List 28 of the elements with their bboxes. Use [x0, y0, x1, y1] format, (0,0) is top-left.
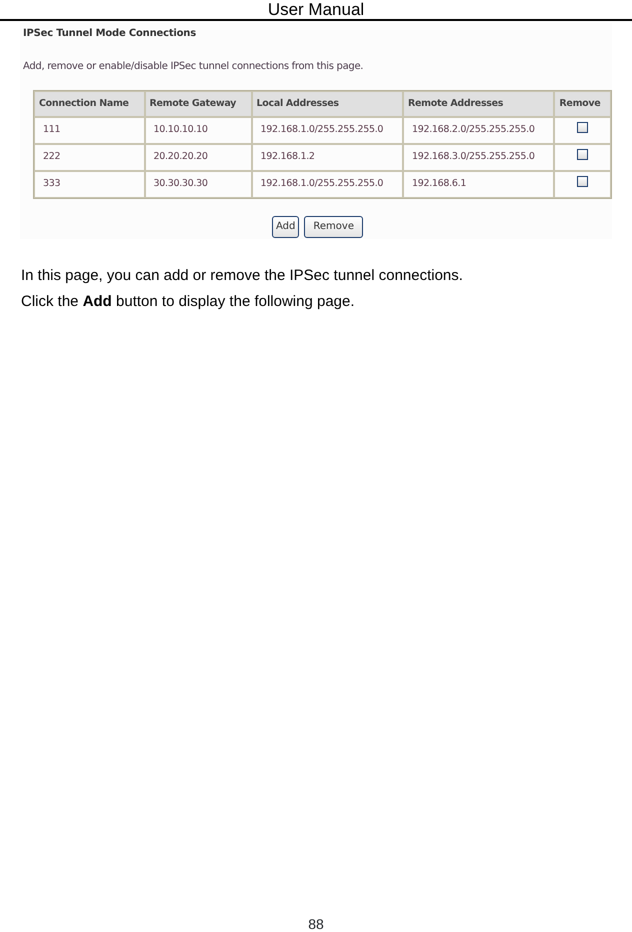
table-cell: 30.30.30.30 — [144, 171, 252, 198]
table-cell: 333 — [34, 171, 145, 198]
add-button[interactable]: Add — [272, 216, 300, 238]
table-cell: 192.168.1.0/255.255.255.0 — [252, 171, 403, 198]
section-title: IPSec Tunnel Mode Connections — [23, 27, 197, 41]
column-header: Remote Gateway — [144, 91, 252, 117]
section-description: Add, remove or enable/disable IPSec tunnel connections from this page. — [23, 60, 364, 74]
column-header: Remote Addresses — [402, 91, 554, 117]
body-text: In this page, you can add or remove the IPSec tunnel connections. — [21, 266, 464, 286]
remove-checkbox[interactable] — [577, 122, 588, 134]
table-cell: 20.20.20.20 — [144, 144, 252, 171]
table-cell: 111 — [34, 117, 145, 144]
remove-checkbox[interactable] — [577, 176, 588, 188]
column-header: Connection Name — [34, 91, 145, 117]
page-header: User Manual — [266, 0, 366, 19]
body-text: Click the Add button to display the following page. — [21, 292, 356, 312]
table-cell: 10.10.10.10 — [144, 117, 252, 144]
page-number: 88 — [307, 916, 325, 932]
table-cell: 192.168.6.1 — [402, 171, 554, 198]
remove-checkbox[interactable] — [577, 149, 588, 160]
table-cell: 192.168.3.0/255.255.255.0 — [402, 144, 554, 171]
table-cell: 192.168.2.0/255.255.255.0 — [402, 117, 554, 144]
column-header: Remove — [554, 91, 611, 117]
remove-button[interactable]: Remove — [304, 216, 363, 238]
column-header: Local Addresses — [252, 91, 403, 117]
table-cell: 192.168.1.0/255.255.255.0 — [252, 117, 403, 144]
table-cell: 222 — [34, 144, 145, 171]
table-cell: 192.168.1.2 — [252, 144, 403, 171]
